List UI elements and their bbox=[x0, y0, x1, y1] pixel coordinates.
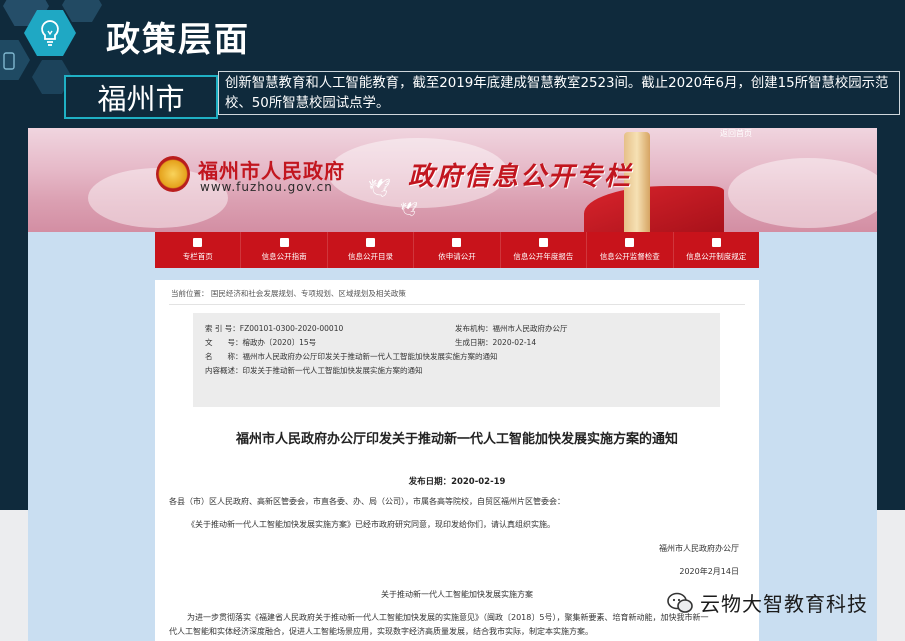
paragraph-text: 代人工智能和实体经济深度融合，促进人工智能场景应用，实现数字经济高质量发展，结合… bbox=[169, 627, 593, 636]
nav-label: 依申请公开 bbox=[438, 252, 476, 261]
paragraph-text: 为进一步贯彻落实《福建省人民政府关于推动新一代人工智能加快发展的实施意见》（闽政… bbox=[187, 613, 709, 622]
meta-doc-no: 文 号：榕政办〔2020〕15号 bbox=[205, 338, 317, 347]
nav-label: 信息公开目录 bbox=[348, 252, 394, 261]
site-nav: 专栏首页 信息公开指南 信息公开目录 依申请公开 信息公开年度报告 信息公开监督… bbox=[155, 232, 759, 268]
divider bbox=[169, 304, 745, 305]
phone-icon bbox=[3, 52, 15, 70]
dove-icon: 🕊 bbox=[368, 178, 391, 199]
apply-icon bbox=[452, 238, 462, 247]
return-home-link[interactable]: 返回首页 bbox=[720, 128, 752, 139]
section-title: 政府信息公开专栏 bbox=[408, 162, 633, 192]
nav-label: 专栏首页 bbox=[182, 252, 213, 261]
lightbulb-icon bbox=[41, 20, 59, 46]
city-tag: 福州市 bbox=[64, 75, 228, 119]
guide-icon bbox=[279, 238, 289, 247]
publish-date: 发布日期：2020-02-19 bbox=[408, 477, 506, 487]
nav-item-apply[interactable]: 依申请公开 bbox=[414, 232, 501, 268]
home-icon bbox=[193, 238, 203, 247]
signature-text: 福州市人民政府办公厅 bbox=[659, 544, 739, 553]
nav-item-annual-report[interactable]: 信息公开年度报告 bbox=[501, 232, 588, 268]
nav-label: 信息公开年度报告 bbox=[513, 252, 574, 261]
watermark-text: 云物大智教育科技 bbox=[700, 592, 868, 616]
nav-label: 信息公开指南 bbox=[261, 252, 307, 261]
paragraph-text: 《关于推动新一代人工智能加快发展实施方案》已经市政府研究同意，现印发给你们，请认… bbox=[187, 520, 555, 529]
watermark: 云物大智教育科技 bbox=[666, 588, 868, 617]
meta-date: 生成日期：2020-02-14 bbox=[455, 338, 537, 347]
cloud-decoration bbox=[728, 158, 877, 228]
meta-publisher: 发布机构：福州市人民政府办公厅 bbox=[455, 324, 568, 333]
nav-item-rules[interactable]: 信息公开制度规定 bbox=[674, 232, 759, 268]
nav-label: 信息公开制度规定 bbox=[686, 252, 747, 261]
gov-site-url: www.fuzhou.gov.cn bbox=[200, 180, 333, 194]
signature-date: 2020年2月14日 bbox=[679, 567, 739, 576]
nav-item-inspection[interactable]: 信息公开监督检查 bbox=[587, 232, 674, 268]
meta-name: 名 称：福州市人民政府办公厅印发关于推动新一代人工智能加快发展实施方案的通知 bbox=[205, 352, 498, 361]
site-banner: 🕊 🕊 福州市人民政府 www.fuzhou.gov.cn 政府信息公开专栏 返… bbox=[28, 128, 877, 232]
nav-label: 信息公开监督检查 bbox=[599, 252, 660, 261]
website-screenshot: 🕊 🕊 福州市人民政府 www.fuzhou.gov.cn 政府信息公开专栏 返… bbox=[28, 128, 877, 641]
dove-icon: 🕊 bbox=[400, 202, 418, 218]
meta-index: 索 引 号：FZ00101-0300-2020-00010 bbox=[205, 324, 344, 333]
recipients-text: 各县（市）区人民政府、高新区管委会，市直各委、办、局（公司），市属各高等院校，自… bbox=[169, 497, 565, 506]
meta-summary: 内容概述：印发关于推动新一代人工智能加快发展实施方案的通知 bbox=[205, 366, 423, 375]
wechat-icon bbox=[667, 592, 693, 613]
catalog-icon bbox=[366, 238, 376, 247]
city-description: 创新智慧教育和人工智能教育，截至2019年底建成智慧教室2523间。截止2020… bbox=[218, 71, 900, 115]
slide-title: 政策层面 bbox=[106, 20, 250, 60]
breadcrumb[interactable]: 当前位置： 国民经济和社会发展规划、专项规划、区域规划及相关政策 bbox=[171, 288, 406, 299]
rule-icon bbox=[711, 238, 721, 247]
nav-item-guide[interactable]: 信息公开指南 bbox=[241, 232, 328, 268]
nav-item-catalog[interactable]: 信息公开目录 bbox=[328, 232, 415, 268]
folder-icon bbox=[538, 238, 548, 247]
document-meta: 索 引 号：FZ00101-0300-2020-00010 发布机构：福州市人民… bbox=[193, 313, 720, 407]
document-title: 福州市人民政府办公厅印发关于推动新一代人工智能加快发展实施方案的通知 bbox=[235, 432, 678, 447]
national-emblem-icon bbox=[156, 156, 190, 192]
article-content: 当前位置： 国民经济和社会发展规划、专项规划、区域规划及相关政策 索 引 号：F… bbox=[155, 280, 759, 641]
inspect-icon bbox=[625, 238, 635, 247]
nav-item-home[interactable]: 专栏首页 bbox=[155, 232, 242, 268]
